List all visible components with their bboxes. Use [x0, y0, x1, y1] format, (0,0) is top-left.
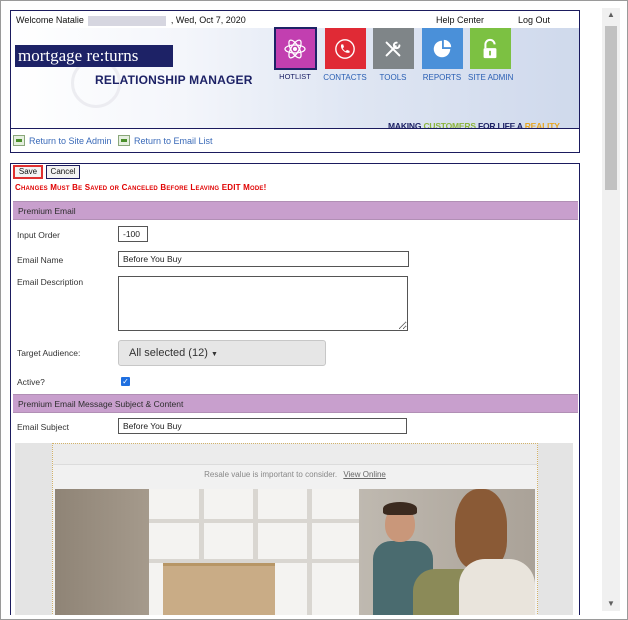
- return-arrow-icon: [118, 135, 130, 146]
- logo[interactable]: mortgage re:turns: [15, 45, 173, 67]
- email-preview-body: Resale value is important to consider. V…: [52, 443, 538, 615]
- email-subject-field[interactable]: [118, 418, 407, 434]
- welcome-bar: Welcome Natalie , Wed, Oct 7, 2020 Help …: [11, 11, 579, 28]
- email-description-label: Email Description: [17, 277, 84, 287]
- help-center-link[interactable]: Help Center: [436, 15, 484, 25]
- email-name-label: Email Name: [17, 255, 64, 265]
- return-links-row: Return to Site Admin Return to Email Lis…: [11, 128, 579, 152]
- caret-down-icon: ▼: [210, 351, 218, 358]
- window-frame: [307, 489, 312, 615]
- input-order-field[interactable]: [118, 226, 148, 242]
- active-label: Active?: [17, 377, 45, 387]
- wrench-screwdriver-icon: [372, 28, 414, 69]
- return-to-email-list-label: Return to Email List: [134, 135, 213, 146]
- nav-tools-label: TOOLS: [379, 73, 407, 82]
- nav-contacts[interactable]: CONTACTS: [323, 28, 367, 82]
- product-name: RELATIONSHIP MANAGER: [95, 73, 253, 87]
- target-audience-value: All selected (12): [129, 347, 208, 359]
- section-premium-email: Premium Email: [13, 201, 578, 220]
- return-to-site-admin-link[interactable]: Return to Site Admin: [13, 135, 112, 146]
- active-checkbox[interactable]: ✓: [121, 377, 130, 386]
- nav-hotlist[interactable]: HOTLIST: [273, 27, 317, 81]
- vertical-scrollbar[interactable]: ▲ ▼: [602, 8, 620, 611]
- preheader: Resale value is important to consider. V…: [53, 470, 537, 479]
- woman-hair: [455, 489, 507, 569]
- moving-box: [163, 563, 275, 615]
- nav-site-admin[interactable]: SITE ADMIN: [468, 28, 514, 82]
- welcome-message: Welcome Natalie , Wed, Oct 7, 2020: [16, 15, 246, 26]
- welcome-prefix: Welcome Natalie: [16, 15, 84, 25]
- hero-wall-left: [55, 489, 149, 615]
- browser-frame: Welcome Natalie , Wed, Oct 7, 2020 Help …: [0, 0, 628, 620]
- return-to-site-admin-label: Return to Site Admin: [29, 135, 112, 146]
- scroll-thumb[interactable]: [605, 26, 617, 190]
- lock-icon: [469, 28, 511, 69]
- target-audience-label: Target Audience:: [17, 348, 81, 358]
- cancel-button[interactable]: Cancel: [46, 165, 80, 179]
- edit-mode-warning: Changes Must Be Saved or Canceled Before…: [15, 183, 267, 192]
- site-header: Welcome Natalie , Wed, Oct 7, 2020 Help …: [10, 10, 580, 153]
- man-hair: [383, 502, 417, 515]
- woman-figure: [459, 559, 535, 615]
- nav-reports-label: REPORTS: [422, 73, 462, 82]
- preview-top-strip: [53, 444, 537, 465]
- scroll-up-arrow-icon[interactable]: ▲: [602, 8, 620, 22]
- preheader-text: Resale value is important to consider.: [204, 470, 338, 479]
- email-edit-form: Save Cancel Changes Must Be Saved or Can…: [10, 163, 580, 615]
- email-subject-label: Email Subject: [17, 422, 69, 432]
- section-subject-content: Premium Email Message Subject & Content: [13, 394, 578, 413]
- welcome-date: , Wed, Oct 7, 2020: [170, 15, 246, 25]
- phone-icon: [324, 28, 366, 69]
- return-arrow-icon: [13, 135, 25, 146]
- scroll-down-arrow-icon[interactable]: ▼: [602, 597, 620, 611]
- redacted-name: [88, 15, 167, 26]
- nav-site-admin-label: SITE ADMIN: [468, 73, 514, 82]
- pie-chart-icon: [421, 28, 463, 69]
- brand-banner: mortgage re:turns RELATIONSHIP MANAGER H…: [11, 27, 579, 131]
- nav-contacts-label: CONTACTS: [323, 73, 367, 82]
- log-out-link[interactable]: Log Out: [518, 15, 550, 25]
- email-content-preview[interactable]: Resale value is important to consider. V…: [15, 443, 573, 615]
- hero-image: [55, 489, 535, 615]
- save-button[interactable]: Save: [13, 165, 43, 179]
- email-name-field[interactable]: [118, 251, 409, 267]
- nav-hotlist-label: HOTLIST: [279, 72, 311, 81]
- window-frame: [149, 519, 359, 523]
- email-description-field[interactable]: [118, 276, 408, 331]
- view-online-link[interactable]: View Online: [343, 470, 386, 479]
- nav-reports[interactable]: REPORTS: [420, 28, 464, 82]
- target-audience-dropdown[interactable]: All selected (12) ▼: [118, 340, 326, 366]
- return-to-email-list-link[interactable]: Return to Email List: [118, 135, 213, 146]
- nav-tools[interactable]: TOOLS: [371, 28, 415, 82]
- input-order-label: Input Order: [17, 230, 60, 240]
- atom-icon: [273, 27, 317, 70]
